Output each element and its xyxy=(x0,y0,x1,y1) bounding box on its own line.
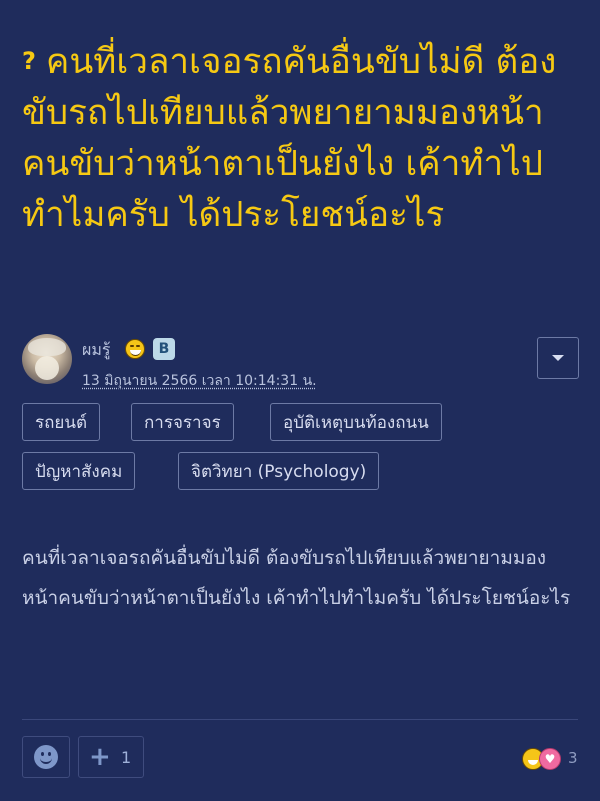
tag-item[interactable]: จิตวิทยา (Psychology) xyxy=(178,452,380,490)
plus-count: 1 xyxy=(121,748,132,767)
topic-menu-button[interactable] xyxy=(537,337,579,379)
author-name[interactable]: ผมรู้ xyxy=(82,338,111,363)
question-badge: ? xyxy=(22,47,36,75)
smile-icon xyxy=(34,745,58,769)
reaction-count: 3 xyxy=(568,749,578,767)
divider xyxy=(22,719,578,720)
topic-title-block: ? คนที่เวลาเจอรถคันอื่นขับไม่ดี ต้องขับรถ… xyxy=(22,36,582,241)
post-date: 13 มิถุนายน 2566 เวลา 10:14:31 น. xyxy=(82,373,317,389)
topic-title: คนที่เวลาเจอรถคันอื่นขับไม่ดี ต้องขับรถไ… xyxy=(22,42,557,235)
caret-down-icon xyxy=(552,355,564,361)
tag-item[interactable]: การจราจร xyxy=(131,403,234,441)
author-row: ผมรู้ B 13 มิถุนายน 2566 เวลา 10:14:31 น… xyxy=(22,334,582,394)
plus-vote-button[interactable]: + 1 xyxy=(78,736,144,778)
laugh-emoji-badge-icon xyxy=(125,339,145,359)
member-badge: B xyxy=(153,338,175,360)
tag-item[interactable]: อุบัติเหตุบนท้องถนน xyxy=(270,403,442,441)
plus-icon: + xyxy=(89,742,111,772)
add-reaction-button[interactable] xyxy=(22,736,70,778)
tag-item[interactable]: ปัญหาสังคม xyxy=(22,452,136,490)
tag-item[interactable]: รถยนต์ xyxy=(22,403,101,441)
topic-body: คนที่เวลาเจอรถคันอื่นขับไม่ดี ต้องขับรถไ… xyxy=(22,547,571,609)
love-emoji-icon: ♥ xyxy=(539,748,561,770)
avatar[interactable] xyxy=(22,334,72,384)
reaction-summary[interactable]: ♥ 3 xyxy=(522,746,582,772)
